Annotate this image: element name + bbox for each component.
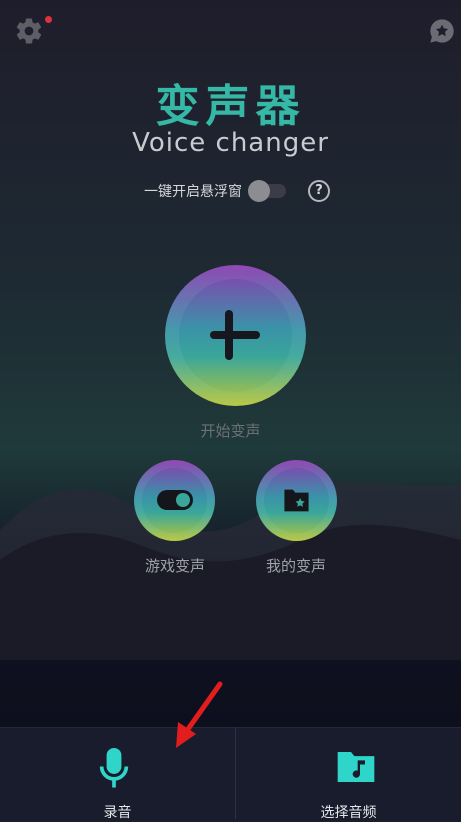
select-audio-tab[interactable]: 选择音频 [236, 728, 461, 821]
my-voice-changes-button[interactable] [256, 460, 337, 541]
select-audio-tab-label: 选择音频 [320, 805, 377, 821]
app-title-english: Voice changer [132, 128, 329, 158]
toggle-knob [248, 180, 270, 202]
start-voice-change-label: 开始变声 [200, 422, 261, 440]
start-voice-change-button[interactable] [165, 265, 306, 406]
notification-badge [45, 16, 52, 23]
app-title-chinese: 变声器 [155, 81, 306, 132]
my-voice-changes-label: 我的变声 [265, 557, 326, 575]
bottom-tab-bar: 录音 选择音频 [0, 727, 461, 821]
star-folder-icon [284, 489, 309, 512]
record-tab-label: 录音 [103, 805, 132, 821]
annotation-arrow-icon [176, 681, 223, 748]
tab-divider [235, 727, 236, 819]
music-folder-icon [337, 752, 375, 782]
microphone-icon [99, 748, 129, 788]
float-window-toggle[interactable] [248, 180, 286, 202]
toggle-icon [157, 490, 193, 510]
float-window-label: 一键开启悬浮窗 [144, 184, 242, 200]
float-window-row: 一键开启悬浮窗 ? [144, 178, 330, 204]
game-voice-change-button[interactable] [134, 460, 215, 541]
settings-gear-icon[interactable] [14, 16, 44, 46]
game-voice-change-label: 游戏变声 [144, 557, 205, 575]
help-icon[interactable]: ? [308, 180, 330, 202]
star-bubble-icon[interactable] [428, 17, 456, 45]
